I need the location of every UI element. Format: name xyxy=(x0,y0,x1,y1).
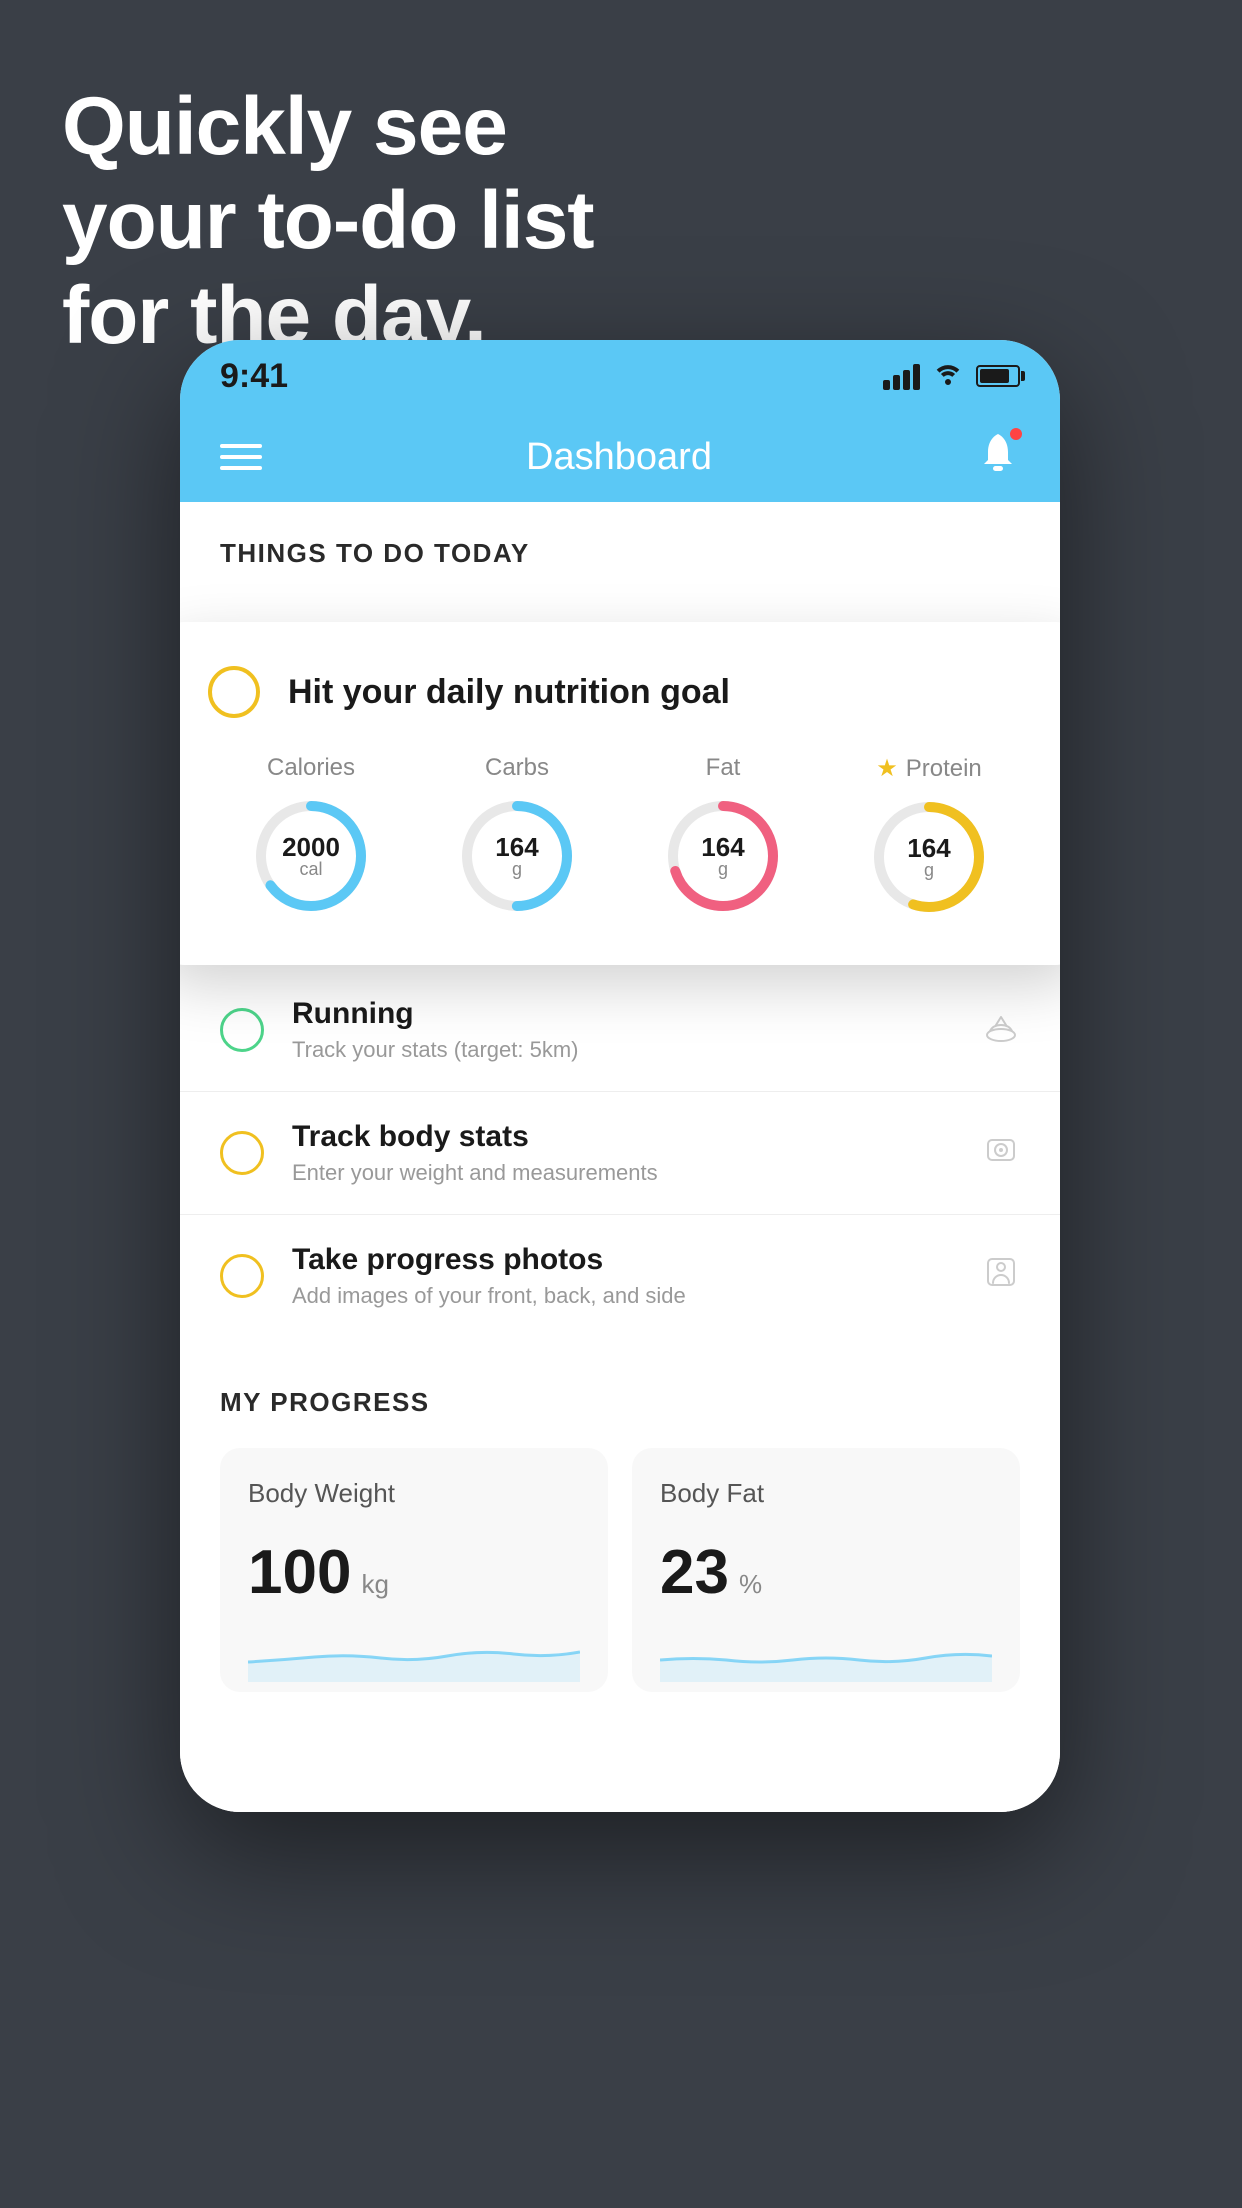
body-fat-unit: % xyxy=(739,1569,762,1600)
body-weight-chart xyxy=(248,1632,580,1692)
running-icon xyxy=(982,1007,1020,1054)
phone-bottom xyxy=(180,1752,1060,1812)
progress-header: MY PROGRESS xyxy=(220,1387,1020,1418)
nutrition-grid: Calories 2000 cal Carbs xyxy=(208,754,1032,917)
wifi-icon xyxy=(932,361,964,392)
body-weight-value-row: 100 kg xyxy=(248,1537,580,1608)
card-check-circle xyxy=(208,666,260,718)
body-stats-subtitle: Enter your weight and measurements xyxy=(292,1160,954,1186)
scale-icon xyxy=(982,1130,1020,1177)
phone-mockup: 9:41 Dashboard THINGS xyxy=(180,340,1060,1812)
photos-circle xyxy=(220,1254,264,1298)
running-circle xyxy=(220,1008,264,1052)
body-stats-text: Track body stats Enter your weight and m… xyxy=(292,1120,954,1186)
hamburger-menu[interactable] xyxy=(220,444,262,470)
photos-title: Take progress photos xyxy=(292,1243,954,1277)
protein-label-text: Protein xyxy=(906,755,982,783)
list-item-photos[interactable]: Take progress photos Add images of your … xyxy=(180,1215,1060,1337)
carbs-label: Carbs xyxy=(485,754,549,782)
carbs-ring: 164 g xyxy=(457,796,577,916)
running-title: Running xyxy=(292,997,954,1031)
photos-subtitle: Add images of your front, back, and side xyxy=(292,1283,954,1309)
body-weight-title: Body Weight xyxy=(248,1478,580,1509)
list-item-body-stats[interactable]: Track body stats Enter your weight and m… xyxy=(180,1092,1060,1215)
body-stats-circle xyxy=(220,1131,264,1175)
card-title: Hit your daily nutrition goal xyxy=(288,673,730,712)
protein-label: ★ Protein xyxy=(876,754,982,783)
progress-section: MY PROGRESS Body Weight 100 kg xyxy=(180,1337,1060,1752)
nutrition-fat: Fat 164 g xyxy=(663,754,783,916)
calories-ring: 2000 cal xyxy=(251,796,371,916)
protein-ring: 164 g xyxy=(869,797,989,917)
body-weight-value: 100 xyxy=(248,1537,351,1608)
progress-cards: Body Weight 100 kg Body Fat xyxy=(220,1448,1020,1692)
notification-dot xyxy=(1008,426,1024,442)
nutrition-calories: Calories 2000 cal xyxy=(251,754,371,916)
background-headline: Quickly see your to-do list for the day. xyxy=(62,80,594,363)
body-fat-value: 23 xyxy=(660,1537,729,1608)
signal-icon xyxy=(883,362,920,390)
main-content: THINGS TO DO TODAY Running Track your st… xyxy=(180,502,1060,1812)
fat-label: Fat xyxy=(706,754,741,782)
battery-icon xyxy=(976,365,1020,387)
nutrition-protein: ★ Protein 164 g xyxy=(869,754,989,917)
nav-title: Dashboard xyxy=(526,436,712,479)
nav-bar: Dashboard xyxy=(180,412,1060,502)
status-bar: 9:41 xyxy=(180,340,1060,412)
status-icons xyxy=(883,361,1020,392)
body-fat-title: Body Fat xyxy=(660,1478,992,1509)
fat-ring: 164 g xyxy=(663,796,783,916)
body-weight-unit: kg xyxy=(361,1569,388,1600)
body-fat-value-row: 23 % xyxy=(660,1537,992,1608)
photos-text: Take progress photos Add images of your … xyxy=(292,1243,954,1309)
calories-label: Calories xyxy=(267,754,355,782)
notification-bell[interactable] xyxy=(976,430,1020,484)
body-fat-card: Body Fat 23 % xyxy=(632,1448,1020,1692)
running-subtitle: Track your stats (target: 5km) xyxy=(292,1037,954,1063)
body-weight-card: Body Weight 100 kg xyxy=(220,1448,608,1692)
body-stats-title: Track body stats xyxy=(292,1120,954,1154)
things-to-do-header: THINGS TO DO TODAY xyxy=(180,502,1060,589)
list-item-running[interactable]: Running Track your stats (target: 5km) xyxy=(180,969,1060,1092)
nutrition-carbs: Carbs 164 g xyxy=(457,754,577,916)
star-icon: ★ xyxy=(876,754,898,783)
body-fat-chart xyxy=(660,1632,992,1692)
running-text: Running Track your stats (target: 5km) xyxy=(292,997,954,1063)
person-icon xyxy=(982,1253,1020,1300)
nutrition-card: Hit your daily nutrition goal Calories 2… xyxy=(180,622,1060,965)
card-header: Hit your daily nutrition goal xyxy=(208,666,1032,718)
status-time: 9:41 xyxy=(220,357,288,396)
